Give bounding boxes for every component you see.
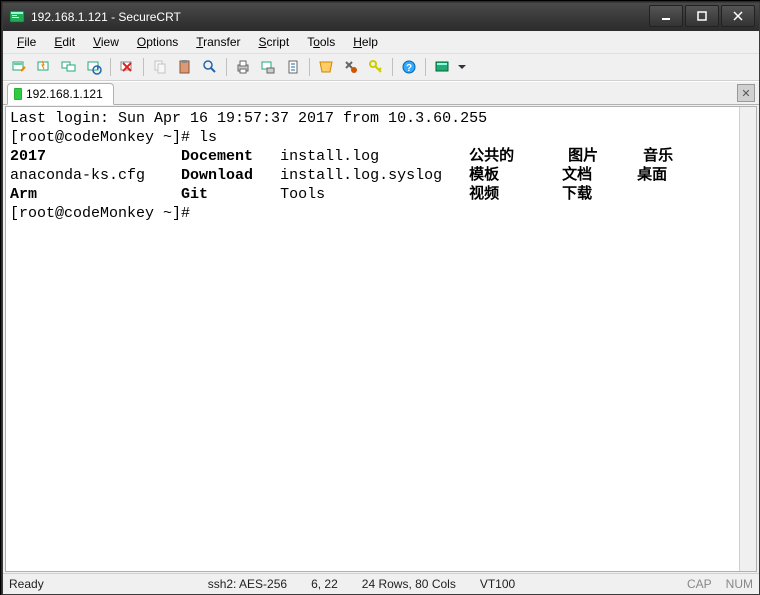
scrollbar[interactable]: [739, 107, 756, 571]
menu-script[interactable]: Script: [251, 33, 298, 51]
menu-file[interactable]: File: [9, 33, 44, 51]
separator: [425, 58, 426, 76]
separator: [110, 58, 111, 76]
connect-tab-icon[interactable]: [57, 55, 81, 79]
copy-icon[interactable]: [148, 55, 172, 79]
window-controls: [649, 5, 755, 27]
paste-icon[interactable]: [173, 55, 197, 79]
status-encryption: ssh2: AES-256: [208, 577, 287, 591]
properties-icon[interactable]: [314, 55, 338, 79]
menu-options[interactable]: Options: [129, 33, 186, 51]
separator: [226, 58, 227, 76]
menu-transfer[interactable]: Transfer: [188, 33, 248, 51]
tab-close-button[interactable]: ✕: [737, 84, 755, 102]
disconnect-icon[interactable]: [115, 55, 139, 79]
dropdown-icon[interactable]: [455, 55, 469, 79]
tabbar: 192.168.1.121 ✕: [3, 81, 759, 105]
menu-tools[interactable]: Tools: [299, 33, 343, 51]
connection-led-icon: [14, 88, 22, 100]
status-termtype: VT100: [480, 577, 515, 591]
settings-icon[interactable]: [339, 55, 363, 79]
window: 192.168.1.121 - SecureCRT File Edit View…: [2, 2, 760, 595]
status-cap: CAP: [687, 577, 712, 591]
session-tab[interactable]: 192.168.1.121: [7, 83, 114, 105]
terminal-output: Last login: Sun Apr 16 19:57:37 2017 fro…: [6, 107, 756, 225]
status-ready: Ready: [9, 577, 44, 591]
menu-edit[interactable]: Edit: [46, 33, 83, 51]
toolbar: ?: [3, 54, 759, 81]
separator: [392, 58, 393, 76]
key-icon[interactable]: [364, 55, 388, 79]
print-screen-icon[interactable]: [256, 55, 280, 79]
menu-view[interactable]: View: [85, 33, 127, 51]
find-icon[interactable]: [198, 55, 222, 79]
separator: [309, 58, 310, 76]
tab-label: 192.168.1.121: [26, 87, 103, 101]
status-num: NUM: [726, 577, 753, 591]
statusbar: Ready ssh2: AES-256 6, 22 24 Rows, 80 Co…: [3, 573, 759, 594]
status-size: 24 Rows, 80 Cols: [362, 577, 456, 591]
status-cursor: 6, 22: [311, 577, 338, 591]
menubar: File Edit View Options Transfer Script T…: [3, 31, 759, 54]
app-icon: [9, 9, 25, 25]
close-button[interactable]: [721, 5, 755, 27]
window-title: 192.168.1.121 - SecureCRT: [31, 10, 181, 24]
minimize-button[interactable]: [649, 5, 683, 27]
screen-icon[interactable]: [430, 55, 454, 79]
maximize-button[interactable]: [685, 5, 719, 27]
quick-connect-icon[interactable]: [32, 55, 56, 79]
titlebar[interactable]: 192.168.1.121 - SecureCRT: [3, 3, 759, 31]
terminal[interactable]: Last login: Sun Apr 16 19:57:37 2017 fro…: [5, 106, 757, 572]
separator: [143, 58, 144, 76]
print-icon[interactable]: [231, 55, 255, 79]
reconnect-icon[interactable]: [82, 55, 106, 79]
svg-text:?: ?: [406, 63, 412, 74]
menu-help[interactable]: Help: [345, 33, 386, 51]
connect-icon[interactable]: [7, 55, 31, 79]
log-icon[interactable]: [281, 55, 305, 79]
help-icon[interactable]: ?: [397, 55, 421, 79]
